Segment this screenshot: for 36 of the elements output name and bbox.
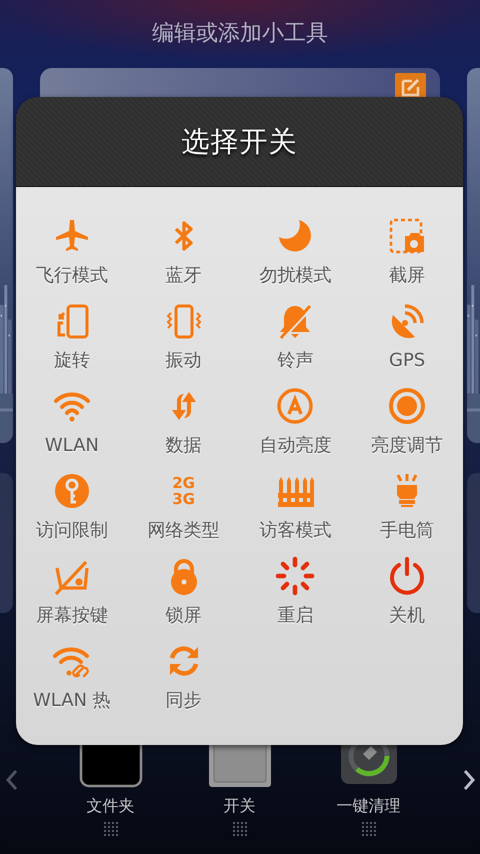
switch-label: 屏幕按键	[36, 605, 108, 627]
switch-label: 勿扰模式	[259, 265, 332, 287]
page-title: 编辑或添加小工具	[152, 20, 328, 48]
switch-label: WLAN 热	[33, 690, 111, 712]
switch-label: 网络类型	[148, 520, 220, 542]
network-type-icon[interactable]: 2G 3G	[164, 471, 204, 511]
switch-label: 蓝牙	[166, 265, 202, 287]
switch-label: 锁屏	[166, 605, 202, 627]
widget-label: 一键清理	[336, 796, 400, 816]
switch-label: 振动	[166, 350, 202, 372]
widget-label: 开关	[224, 796, 256, 816]
drag-handle-icon[interactable]	[232, 822, 246, 836]
switch-label: 访问限制	[36, 520, 108, 542]
auto-brightness-icon[interactable]	[275, 386, 316, 426]
switch-label: 访客模式	[259, 520, 332, 542]
dialog-title: 选择开关	[182, 124, 298, 160]
switch-label: 飞行模式	[36, 265, 108, 287]
spinner-icon[interactable]	[275, 556, 316, 596]
switch-label: GPS	[389, 350, 426, 372]
brightness-icon[interactable]	[387, 386, 428, 426]
switch-label: 铃声	[277, 350, 314, 372]
chevron-left-icon[interactable]	[4, 768, 20, 792]
switch-label: 手电筒	[380, 520, 434, 542]
drag-handle-icon[interactable]	[362, 822, 376, 836]
switch-label: 旋转	[54, 350, 90, 372]
switch-label: WLAN	[44, 435, 99, 457]
switch-label: 自动亮度	[259, 435, 332, 457]
switch-label: 截屏	[389, 265, 426, 287]
drag-handle-icon[interactable]	[104, 822, 118, 836]
switch-label: 数据	[166, 435, 202, 457]
chevron-right-icon[interactable]	[461, 768, 477, 792]
switch-label: 亮度调节	[371, 435, 444, 457]
switch-label: 关机	[389, 605, 426, 627]
widget-label: 文件夹	[86, 796, 134, 816]
switch-label: 同步	[166, 690, 202, 712]
switch-label: 重启	[277, 605, 314, 627]
